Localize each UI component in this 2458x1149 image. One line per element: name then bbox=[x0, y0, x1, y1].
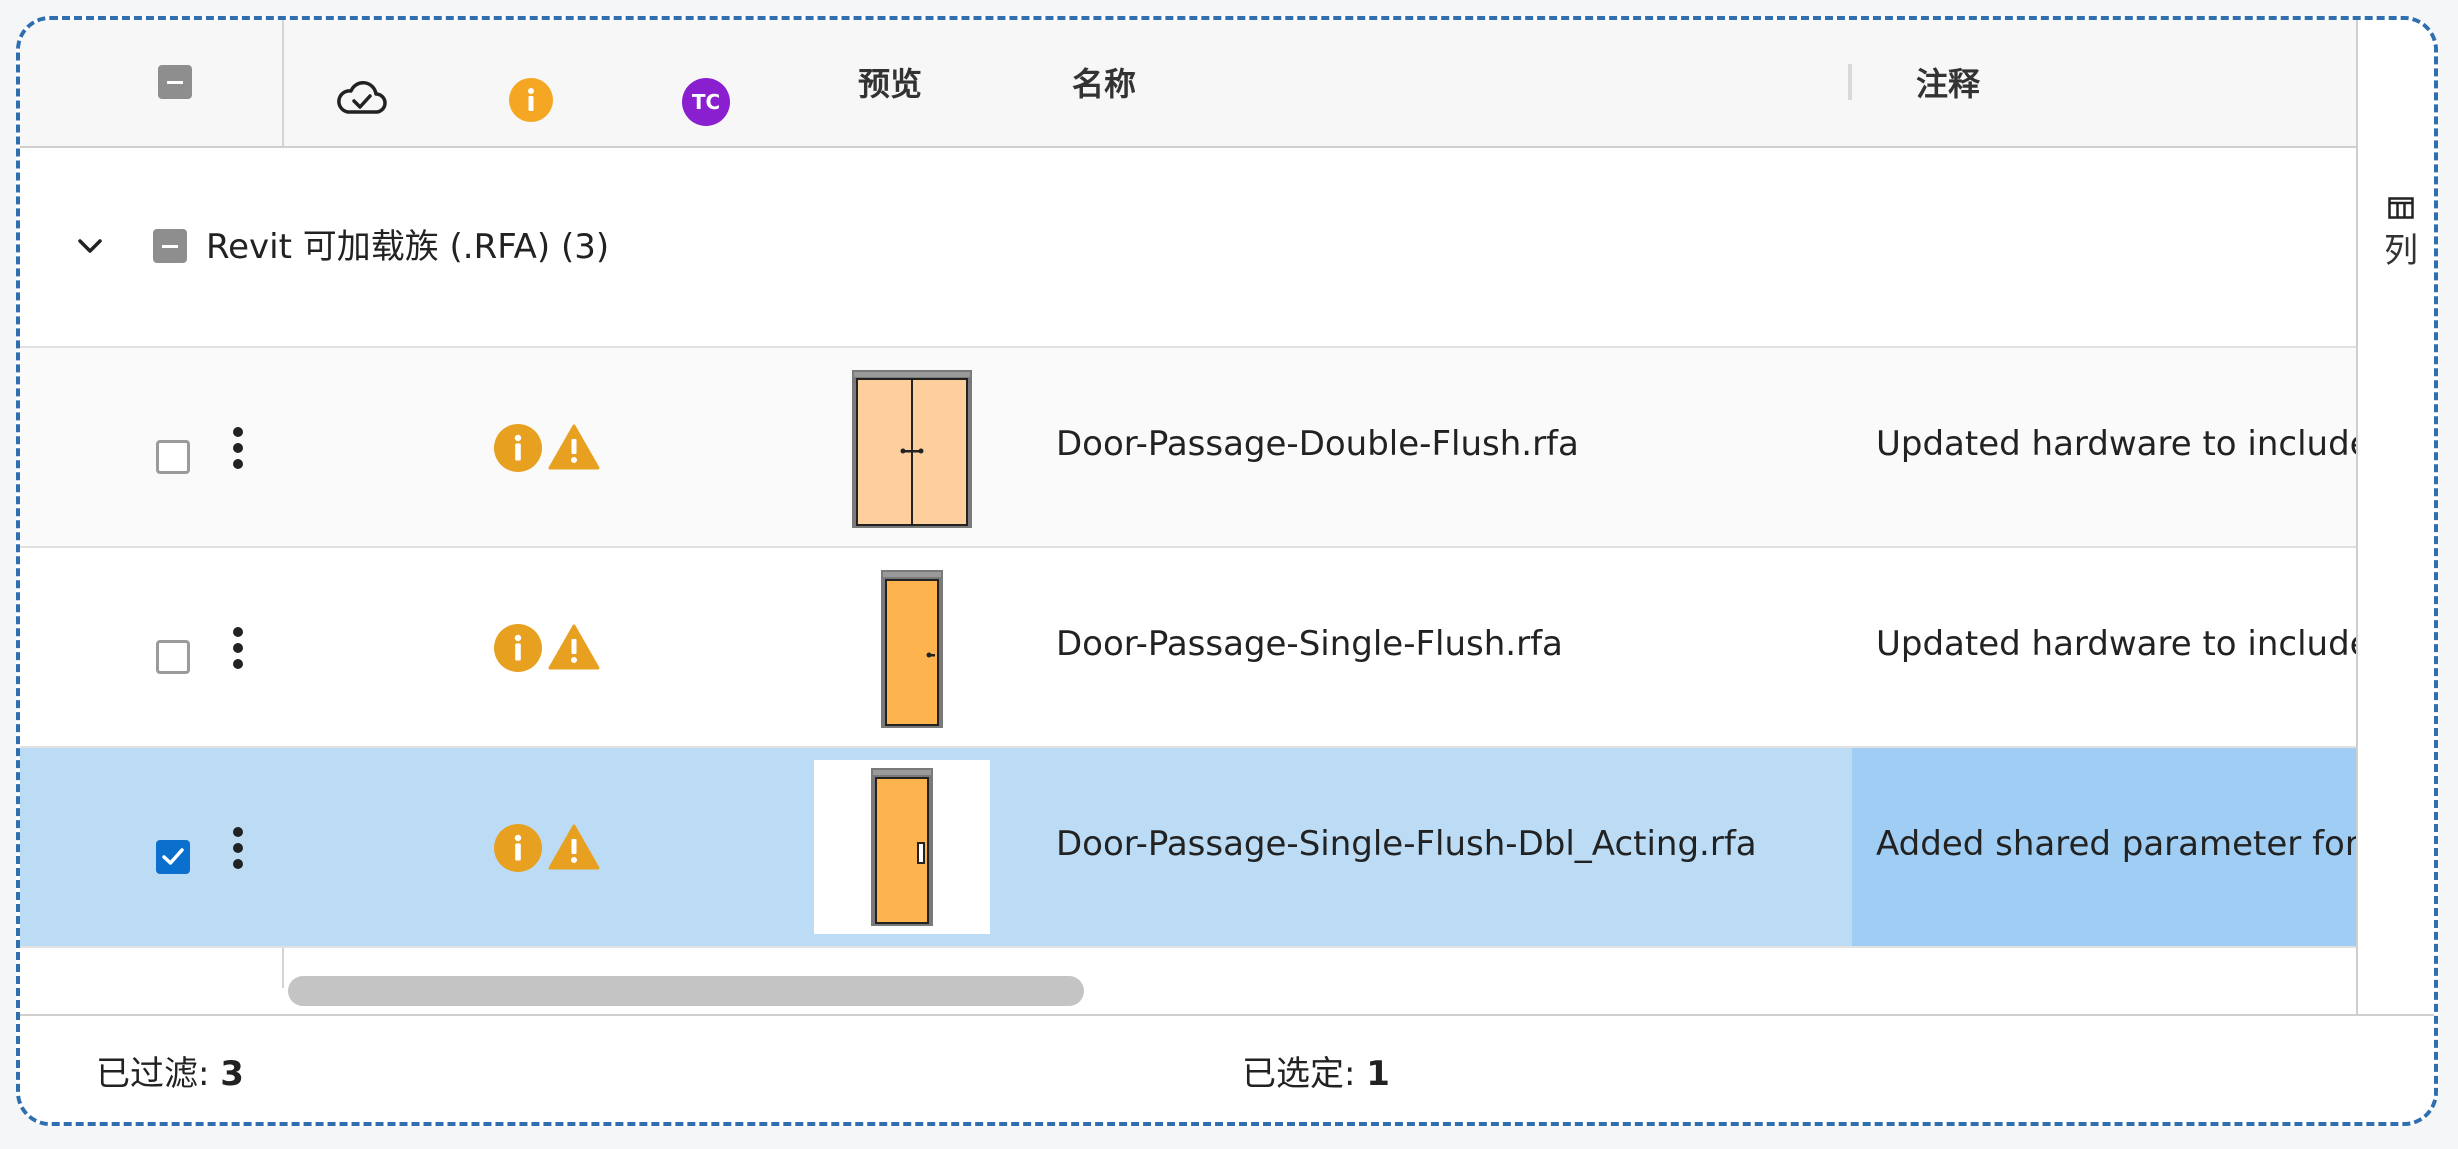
family-note: Updated hardware to include bbox=[1876, 624, 2356, 664]
info-icon[interactable] bbox=[494, 824, 542, 872]
note-cell: Added shared parameter for d bbox=[1852, 748, 2356, 946]
family-grid: TC 预览 名称 注释 Revit 可加载族 (.RFA) (3) Door-P… bbox=[20, 20, 2356, 1014]
family-note: Added shared parameter for d bbox=[1876, 824, 2356, 864]
more-options-icon[interactable] bbox=[230, 426, 246, 470]
info-icon[interactable] bbox=[509, 78, 553, 122]
grid-header: TC 预览 名称 注释 bbox=[20, 20, 2356, 148]
double-door-thumbnail bbox=[852, 370, 972, 528]
note-cell: Updated hardware to include bbox=[1852, 548, 2356, 746]
family-name: Door-Passage-Single-Flush-Dbl_Acting.rfa bbox=[1056, 824, 1757, 864]
table-row[interactable]: Door-Passage-Single-Flush.rfa Updated ha… bbox=[20, 548, 2356, 748]
group-label: Revit 可加载族 (.RFA) (3) bbox=[206, 227, 610, 267]
column-header-preview[interactable]: 预览 bbox=[858, 60, 922, 108]
horizontal-scrollbar-thumb[interactable] bbox=[288, 976, 1084, 1006]
selected-label: 已选定: bbox=[1242, 1054, 1367, 1094]
row-checkbox[interactable] bbox=[156, 840, 190, 874]
column-header-name[interactable]: 名称 bbox=[1072, 60, 1136, 108]
pinned-column-divider bbox=[282, 948, 284, 988]
family-note: Updated hardware to include bbox=[1876, 424, 2356, 464]
tc-badge-icon[interactable]: TC bbox=[682, 78, 730, 126]
header-column-divider bbox=[282, 20, 284, 146]
checkmark-icon bbox=[162, 848, 184, 865]
status-footer: 已过滤: 3 已选定: 1 bbox=[20, 1014, 2434, 1122]
select-all-checkbox[interactable] bbox=[158, 65, 192, 99]
filtered-count: 已过滤: 3 bbox=[96, 1048, 244, 1100]
columns-icon bbox=[2388, 197, 2414, 219]
single-door-thumbnail bbox=[881, 570, 943, 728]
horizontal-scroll-area bbox=[20, 948, 2356, 1014]
info-icon[interactable] bbox=[494, 424, 542, 472]
family-browser-panel: TC 预览 名称 注释 Revit 可加载族 (.RFA) (3) Door-P… bbox=[16, 16, 2438, 1126]
selected-value: 1 bbox=[1366, 1054, 1390, 1094]
single-door-double-acting-thumbnail bbox=[814, 760, 990, 934]
side-tool-panel: 列 bbox=[2356, 20, 2434, 1014]
filtered-value: 3 bbox=[220, 1054, 244, 1094]
row-checkbox[interactable] bbox=[156, 640, 190, 674]
row-checkbox[interactable] bbox=[156, 440, 190, 474]
columns-panel-button[interactable]: 列 bbox=[2358, 175, 2434, 273]
warning-icon[interactable] bbox=[548, 424, 600, 470]
column-resize-handle[interactable] bbox=[1848, 64, 1852, 100]
cloud-check-icon[interactable] bbox=[336, 80, 388, 116]
note-cell: Updated hardware to include bbox=[1852, 348, 2356, 546]
more-options-icon[interactable] bbox=[230, 626, 246, 670]
table-row-selected[interactable]: Door-Passage-Single-Flush-Dbl_Acting.rfa… bbox=[20, 748, 2356, 948]
selected-count: 已选定: 1 bbox=[1242, 1048, 1390, 1100]
filtered-label: 已过滤: bbox=[96, 1054, 221, 1094]
info-icon[interactable] bbox=[494, 624, 542, 672]
chevron-down-icon[interactable] bbox=[72, 228, 108, 264]
family-name: Door-Passage-Double-Flush.rfa bbox=[1056, 424, 1579, 464]
columns-panel-label: 列 bbox=[2384, 231, 2418, 271]
warning-icon[interactable] bbox=[548, 624, 600, 670]
more-options-icon[interactable] bbox=[230, 826, 246, 870]
group-checkbox[interactable] bbox=[153, 229, 187, 263]
warning-icon[interactable] bbox=[548, 824, 600, 870]
group-row: Revit 可加载族 (.RFA) (3) bbox=[20, 148, 2356, 348]
family-name: Door-Passage-Single-Flush.rfa bbox=[1056, 624, 1563, 664]
tc-badge-text: TC bbox=[691, 90, 721, 114]
table-row[interactable]: Door-Passage-Double-Flush.rfa Updated ha… bbox=[20, 348, 2356, 548]
column-header-notes[interactable]: 注释 bbox=[1916, 60, 1980, 108]
